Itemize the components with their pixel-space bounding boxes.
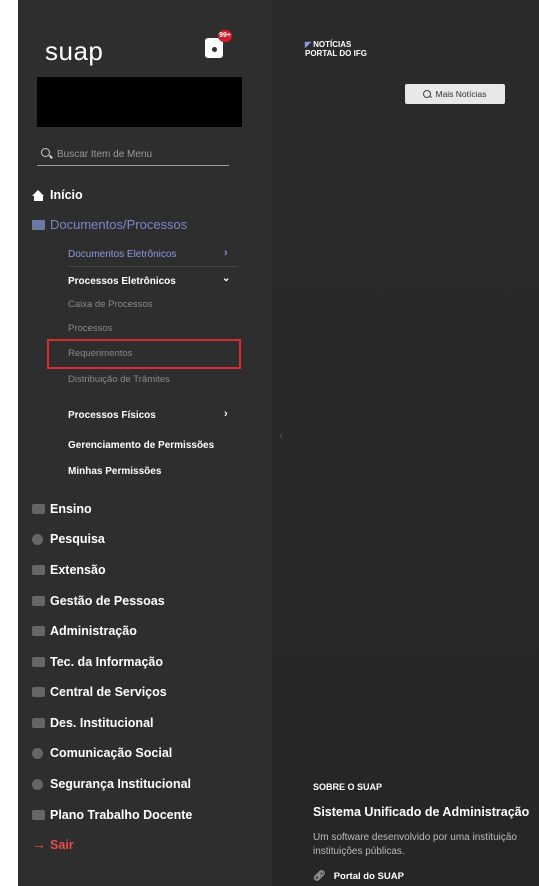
chevron-right-icon: › bbox=[224, 247, 228, 259]
divider bbox=[68, 266, 238, 267]
sidebar-item-plano-trabalho-docente[interactable]: Plano Trabalho Docente bbox=[32, 808, 192, 822]
news-header[interactable]: ◤ NOTÍCIAS PORTAL DO IFG bbox=[305, 40, 367, 58]
sidebar-item-label: Segurança Institucional bbox=[50, 777, 192, 791]
news-subtitle: PORTAL DO IFG bbox=[305, 49, 367, 58]
about-heading: Sistema Unificado de Administração bbox=[313, 805, 530, 819]
sidebar-item-label: Extensão bbox=[50, 563, 106, 577]
sidebar-item-label: Tec. da Informação bbox=[50, 655, 163, 669]
sidebar-item-central-servicos[interactable]: Central de Serviços bbox=[32, 685, 167, 699]
sidebar-item-des-institucional[interactable]: Des. Institucional bbox=[32, 716, 154, 730]
notification-badge: 99+ bbox=[218, 30, 232, 42]
sign-out-icon bbox=[32, 836, 46, 852]
sidebar-item-label: Des. Institucional bbox=[50, 716, 154, 730]
sidebar-item-documents[interactable]: Documentos/Processos bbox=[32, 217, 187, 232]
sidebar-item-label: Documentos/Processos bbox=[50, 217, 188, 232]
search-icon bbox=[423, 90, 432, 98]
about-description-line: Um software desenvolvido por uma institu… bbox=[313, 832, 517, 843]
more-news-button[interactable]: Mais Notícias bbox=[405, 84, 505, 104]
users-icon bbox=[32, 596, 45, 606]
folder-icon bbox=[32, 219, 45, 230]
portal-suap-link[interactable]: 🔗︎ Portal do SUAP bbox=[313, 871, 404, 882]
sidebar-item-label: Pesquisa bbox=[50, 532, 105, 546]
sidebar-item-label: Gestão de Pessoas bbox=[50, 594, 165, 608]
calendar-icon bbox=[32, 810, 45, 820]
building-icon bbox=[32, 565, 45, 575]
suap-logo[interactable]: suap bbox=[45, 36, 103, 67]
sidebar-item-label: Início bbox=[50, 188, 83, 202]
monitor-icon bbox=[32, 657, 45, 667]
news-title: NOTÍCIAS bbox=[313, 40, 352, 49]
sidebar-item-comunicacao-social[interactable]: Comunicação Social bbox=[32, 746, 172, 760]
chalkboard-icon bbox=[32, 504, 45, 514]
sidebar-item-label: Sair bbox=[50, 838, 74, 852]
about-description-line: instituições públicas. bbox=[313, 846, 405, 857]
sidebar-item-label: Central de Serviços bbox=[50, 685, 167, 699]
shield-icon bbox=[32, 778, 43, 790]
sidebar-item-extensao[interactable]: Extensão bbox=[32, 563, 106, 577]
sidebar-item-tec-informacao[interactable]: Tec. da Informação bbox=[32, 655, 163, 669]
sidebar-item-label: Administração bbox=[50, 624, 137, 638]
main-panel bbox=[272, 0, 539, 886]
about-description: Um software desenvolvido por uma institu… bbox=[313, 831, 539, 859]
chat-icon bbox=[32, 747, 43, 759]
sidebar-item-home[interactable]: Início bbox=[32, 188, 83, 202]
submenu-processes[interactable]: Processos bbox=[68, 323, 112, 334]
sidebar-item-label: Ensino bbox=[50, 502, 92, 516]
sidebar-item-logout[interactable]: Sair bbox=[32, 836, 74, 853]
rss-icon: ◤ bbox=[305, 40, 312, 49]
sidebar-item-seguranca-institucional[interactable]: Segurança Institucional bbox=[32, 777, 191, 791]
sidebar-item-pesquisa[interactable]: Pesquisa bbox=[32, 532, 105, 546]
portal-suap-label: Portal do SUAP bbox=[333, 871, 404, 882]
menu-search bbox=[37, 143, 229, 166]
sidebar-item-gestao-pessoas[interactable]: Gestão de Pessoas bbox=[32, 594, 165, 608]
highlight-box bbox=[47, 339, 241, 369]
home-icon bbox=[32, 189, 45, 201]
submenu-process-box[interactable]: Caixa de Processos bbox=[68, 299, 152, 310]
sidebar-item-label: Plano Trabalho Docente bbox=[50, 808, 193, 822]
submenu-distribution[interactable]: Distribuição de Trâmites bbox=[68, 374, 170, 385]
sidebar-item-label: Comunicação Social bbox=[50, 746, 173, 760]
user-profile-redacted[interactable] bbox=[37, 77, 242, 127]
submenu-physical-processes[interactable]: Processos Físicos bbox=[68, 410, 156, 421]
submenu-electronic-processes[interactable]: Processos Eletrônicos bbox=[68, 276, 176, 287]
sidebar-item-ensino[interactable]: Ensino bbox=[32, 502, 92, 516]
headset-icon bbox=[32, 687, 45, 697]
globe-icon bbox=[32, 533, 43, 545]
search-icon bbox=[41, 148, 50, 157]
submenu-my-permissions[interactable]: Minhas Permissões bbox=[68, 466, 161, 477]
menu-search-input[interactable] bbox=[57, 145, 227, 163]
about-title: SOBRE O SUAP bbox=[313, 782, 383, 792]
list-icon bbox=[32, 626, 45, 636]
link-icon: 🔗︎ bbox=[313, 871, 326, 882]
submenu-electronic-documents[interactable]: Documentos Eletrônicos bbox=[68, 249, 176, 260]
sidebar-item-administracao[interactable]: Administração bbox=[32, 624, 137, 638]
more-news-label: Mais Notícias bbox=[435, 89, 487, 99]
chevron-right-icon: › bbox=[224, 408, 228, 420]
submenu-permissions-management[interactable]: Gerenciamento de Permissões bbox=[68, 440, 214, 451]
chevron-down-icon: ⌄ bbox=[222, 273, 231, 284]
chart-icon bbox=[32, 718, 45, 728]
collapse-sidebar-icon[interactable]: ‹ bbox=[279, 428, 283, 442]
